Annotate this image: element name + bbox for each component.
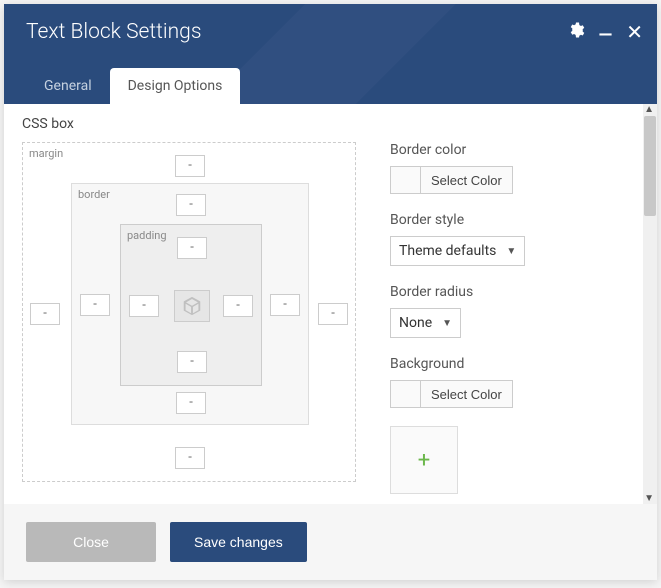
save-button[interactable]: Save changes bbox=[170, 522, 307, 562]
margin-left-input[interactable]: - bbox=[30, 303, 60, 325]
padding-bottom-input[interactable]: - bbox=[177, 351, 207, 373]
padding-label: padding bbox=[127, 229, 167, 242]
padding-right-input[interactable]: - bbox=[223, 295, 253, 317]
add-image-button[interactable]: + bbox=[390, 426, 458, 494]
content-row: margin - - - - border - - - - padding - bbox=[22, 142, 639, 494]
border-color-select-button[interactable]: Select Color bbox=[420, 166, 513, 194]
modal-header: Text Block Settings — ✕ General Design O… bbox=[4, 4, 657, 104]
margin-label: margin bbox=[29, 147, 63, 160]
border-style-select[interactable]: Theme defaults ▼ bbox=[390, 236, 525, 266]
content-box bbox=[174, 290, 210, 322]
border-radius-value: None bbox=[399, 315, 432, 331]
scroll-thumb[interactable] bbox=[644, 116, 656, 216]
border-color-swatch[interactable] bbox=[390, 166, 420, 194]
box-model: margin - - - - border - - - - padding - bbox=[22, 142, 356, 482]
border-layer: border - - - - padding - - - - bbox=[71, 183, 309, 425]
border-right-input[interactable]: - bbox=[270, 294, 300, 316]
tab-general[interactable]: General bbox=[26, 68, 110, 104]
background-color-select-button[interactable]: Select Color bbox=[420, 380, 513, 408]
options-column: Border color Select Color Border style T… bbox=[390, 142, 639, 494]
tab-design-options[interactable]: Design Options bbox=[110, 68, 241, 104]
box-model-column: margin - - - - border - - - - padding - bbox=[22, 142, 362, 494]
gear-icon[interactable] bbox=[567, 21, 585, 44]
close-button[interactable]: Close bbox=[26, 522, 156, 562]
settings-modal: Text Block Settings — ✕ General Design O… bbox=[4, 4, 657, 580]
header-controls: — ✕ bbox=[567, 20, 643, 44]
margin-bottom-input[interactable]: - bbox=[175, 447, 205, 469]
css-box-heading: CSS box bbox=[22, 116, 639, 132]
background-color-swatch[interactable] bbox=[390, 380, 420, 408]
plus-icon: + bbox=[418, 448, 430, 473]
modal-body: CSS box margin - - - - border - - - - bbox=[4, 104, 657, 504]
padding-layer: padding - - - - bbox=[120, 224, 262, 386]
border-style-label: Border style bbox=[390, 212, 639, 228]
border-color-picker: Select Color bbox=[390, 166, 639, 194]
modal-title: Text Block Settings bbox=[4, 4, 657, 44]
padding-top-input[interactable]: - bbox=[177, 237, 207, 259]
content-icon bbox=[181, 295, 203, 317]
scroll-down-arrow[interactable]: ▼ bbox=[644, 493, 654, 504]
background-color-picker: Select Color bbox=[390, 380, 639, 408]
border-label: border bbox=[78, 188, 110, 201]
background-label: Background bbox=[390, 356, 639, 372]
border-left-input[interactable]: - bbox=[80, 294, 110, 316]
scrollbar[interactable]: ▲ ▼ bbox=[643, 104, 657, 504]
modal-footer: Close Save changes bbox=[4, 504, 657, 580]
border-style-value: Theme defaults bbox=[399, 243, 496, 259]
border-bottom-input[interactable]: - bbox=[176, 392, 206, 414]
chevron-down-icon: ▼ bbox=[442, 318, 452, 329]
border-color-label: Border color bbox=[390, 142, 639, 158]
border-top-input[interactable]: - bbox=[176, 194, 206, 216]
padding-left-input[interactable]: - bbox=[129, 295, 159, 317]
minimize-icon[interactable]: — bbox=[599, 25, 613, 46]
margin-right-input[interactable]: - bbox=[318, 303, 348, 325]
close-icon[interactable]: ✕ bbox=[626, 20, 643, 44]
chevron-down-icon: ▼ bbox=[506, 246, 516, 257]
border-radius-label: Border radius bbox=[390, 284, 639, 300]
margin-top-input[interactable]: - bbox=[175, 155, 205, 177]
border-radius-select[interactable]: None ▼ bbox=[390, 308, 461, 338]
tab-bar: General Design Options bbox=[26, 68, 240, 104]
scroll-up-arrow[interactable]: ▲ bbox=[644, 104, 654, 115]
